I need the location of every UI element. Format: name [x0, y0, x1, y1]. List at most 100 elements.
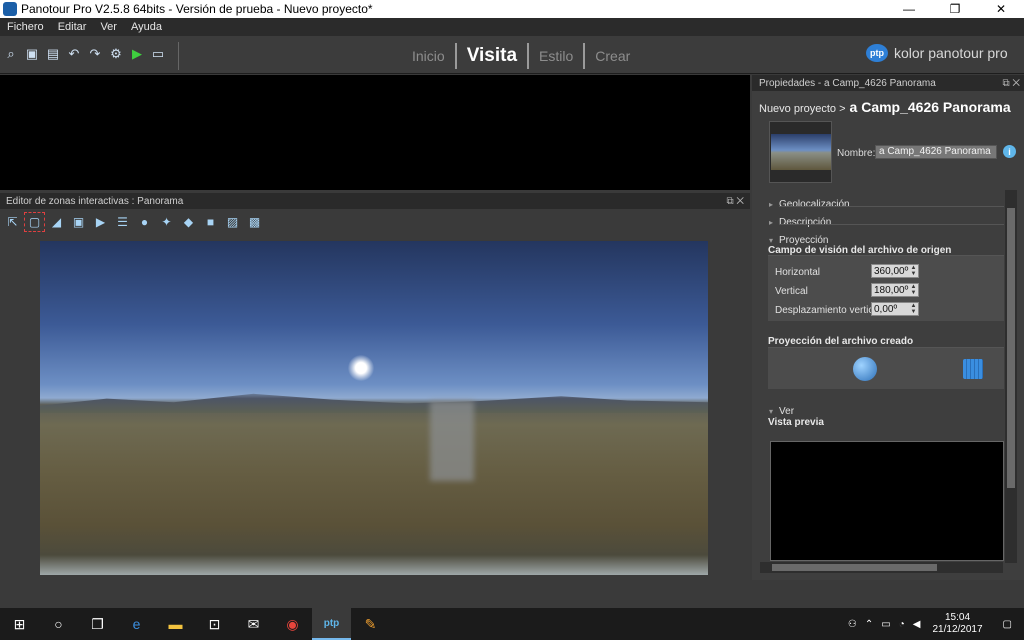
tab-inicio[interactable]: Inicio — [402, 43, 455, 69]
volume-icon[interactable]: ◀ — [909, 619, 925, 630]
panel-controls-icon[interactable]: ⧉ ✕ — [1002, 78, 1020, 89]
stepper-arrows-icon[interactable]: ▲ ▼ — [909, 284, 918, 296]
light-spot-icon[interactable]: ✦ — [157, 213, 176, 231]
breadcrumb: Nuevo proyecto > a Camp_4626 Panorama — [759, 99, 1011, 115]
cortana-icon[interactable]: ○ — [39, 608, 78, 640]
find-icon[interactable]: ⌕ — [2, 45, 20, 63]
publish-icon[interactable]: ▭ — [149, 45, 167, 63]
scroll-thumb[interactable] — [772, 564, 937, 571]
vertical-scrollbar[interactable] — [1005, 190, 1017, 563]
edge-icon[interactable]: e — [117, 608, 156, 640]
notifications-icon[interactable]: ▢ — [991, 619, 1024, 630]
horizontal-label: Horizontal — [775, 267, 821, 278]
mountain-range — [40, 393, 708, 413]
properties-title: Propiedades - a Camp_4626 Panorama — [759, 77, 936, 89]
add-panorama-icon[interactable]: ▤ — [44, 45, 62, 63]
menu-fichero[interactable]: Fichero — [0, 21, 51, 33]
paint-icon[interactable]: ✎ — [351, 608, 390, 640]
stepper-arrows-icon[interactable]: ▲ ▼ — [909, 303, 918, 315]
section-descripcion[interactable]: Descripción — [769, 217, 831, 228]
editor-panel-header: Editor de zonas interactivas : Panorama … — [0, 193, 750, 209]
clock-time: 15:04 — [945, 612, 971, 623]
editor-toolbar: ⇱ ▢ ◢ ▣ ▶ ☰ ● ✦ ◆ ■ ▨ ▩ — [0, 210, 750, 234]
chrome-icon[interactable]: ◉ — [273, 608, 312, 640]
kolor-logo-icon: ptp — [866, 44, 888, 62]
section-ver[interactable]: Ver — [769, 406, 794, 417]
sound-spot-icon[interactable]: ● — [135, 213, 154, 231]
save-icon[interactable]: ▣ — [23, 45, 41, 63]
tour-preview-pane — [0, 75, 750, 190]
maximize-button[interactable]: ❐ — [932, 0, 978, 18]
redo-icon[interactable]: ↷ — [86, 45, 104, 63]
menu-editar[interactable]: Editar — [51, 21, 94, 33]
toolbar-separator — [178, 42, 179, 70]
polygon-spot-icon[interactable]: ■ — [201, 213, 220, 231]
menu-ayuda[interactable]: Ayuda — [124, 21, 169, 33]
app-icon — [3, 2, 17, 16]
photo-add-icon[interactable]: ▩ — [245, 213, 264, 231]
panorama-thumbnail — [769, 121, 832, 183]
preview-title: Vista previa — [768, 417, 824, 428]
people-icon[interactable]: ⚇ — [844, 619, 861, 630]
clock[interactable]: 15:04 21/12/2017 — [924, 612, 990, 636]
tab-estilo[interactable]: Estilo — [527, 43, 583, 69]
editor-title: Editor de zonas interactivas : Panorama — [6, 195, 184, 207]
stepper-arrows-icon[interactable]: ▲ ▼ — [909, 265, 918, 277]
title-bar: Panotour Pro V2.5.8 64bits - Versión de … — [0, 0, 1024, 18]
video-spot-icon[interactable]: ▶ — [91, 213, 110, 231]
file-explorer-icon[interactable]: ▬ — [156, 608, 195, 640]
vertical-label: Vertical — [775, 286, 808, 297]
windows-start-icon[interactable]: ⊞ — [0, 608, 39, 640]
point-spot-icon[interactable]: ◆ — [179, 213, 198, 231]
taskbar: ⊞ ○ ❐ e ▬ ⊡ ✉ ◉ ptp ✎ ⚇ ⌃ ▭ ◔ ◀ 15:04 21… — [0, 608, 1024, 640]
breadcrumb-parent[interactable]: Nuevo proyecto > — [759, 103, 846, 115]
task-view-icon[interactable]: ❐ — [78, 608, 117, 640]
divider — [779, 224, 1004, 225]
preview-pane — [770, 441, 1004, 561]
vertical-stepper[interactable]: 180,00º ▲ ▼ — [871, 283, 919, 297]
battery-icon[interactable]: ▭ — [877, 619, 894, 630]
cubic-projection-icon[interactable] — [963, 359, 983, 379]
info-icon[interactable]: i — [1003, 145, 1016, 158]
undo-icon[interactable]: ↶ — [65, 45, 83, 63]
offset-value: 0,00º — [874, 303, 898, 315]
name-label: Nombre: — [837, 148, 876, 159]
clock-date: 21/12/2017 — [932, 624, 983, 635]
photo-spot-icon[interactable]: ▨ — [223, 213, 242, 231]
name-field[interactable]: a Camp_4626 Panorama — [875, 145, 997, 159]
brand-name: kolor panotour pro — [894, 45, 1008, 61]
image-spot-icon[interactable]: ▣ — [69, 213, 88, 231]
horizontal-scrollbar[interactable] — [760, 562, 1003, 573]
menu-ver[interactable]: Ver — [93, 21, 124, 33]
store-icon[interactable]: ⊡ — [195, 608, 234, 640]
play-icon[interactable]: ▶ — [128, 45, 146, 63]
output-projection-title: Proyección del archivo creado — [768, 336, 914, 347]
panorama-canvas[interactable] — [40, 241, 708, 575]
text-spot-icon[interactable]: ☰ — [113, 213, 132, 231]
horizontal-stepper[interactable]: 360,00º ▲ ▼ — [871, 264, 919, 278]
section-geolocalizacion[interactable]: Geolocalización — [769, 199, 850, 210]
panel-controls-icon[interactable]: ⧉ ✕ — [726, 196, 744, 207]
main-toolbar: ⌕ ▣ ▤ ↶ ↷ ⚙ ▶ ▭ Inicio Visita Estilo Cre… — [0, 36, 1024, 74]
network-icon[interactable]: ◔ — [895, 619, 909, 630]
divider — [779, 206, 1004, 207]
tab-crear[interactable]: Crear — [583, 43, 640, 69]
scroll-thumb[interactable] — [1007, 208, 1015, 488]
vertical-value: 180,00º — [874, 284, 909, 296]
mail-icon[interactable]: ✉ — [234, 608, 273, 640]
minimize-button[interactable]: — — [886, 0, 932, 18]
direction-spot-icon[interactable]: ◢ — [47, 213, 66, 231]
settings-icon[interactable]: ⚙ — [107, 45, 125, 63]
offset-stepper[interactable]: 0,00º ▲ ▼ — [871, 302, 919, 316]
brand: ptp kolor panotour pro — [866, 44, 1008, 62]
chevron-up-icon[interactable]: ⌃ — [861, 619, 877, 630]
spherical-projection-icon[interactable] — [853, 357, 877, 381]
select-icon[interactable]: ⇱ — [3, 213, 22, 231]
close-button[interactable]: ✕ — [978, 0, 1024, 18]
horizontal-value: 360,00º — [874, 265, 909, 277]
panotour-icon[interactable]: ptp — [312, 608, 351, 640]
source-fov-box: Horizontal 360,00º ▲ ▼ Vertical 180,00º ▲ ▼ … — [768, 255, 1004, 321]
workflow-tabs: Inicio Visita Estilo Crear — [402, 41, 640, 71]
rect-select-icon[interactable]: ▢ — [24, 212, 45, 232]
tab-visita[interactable]: Visita — [454, 43, 527, 69]
